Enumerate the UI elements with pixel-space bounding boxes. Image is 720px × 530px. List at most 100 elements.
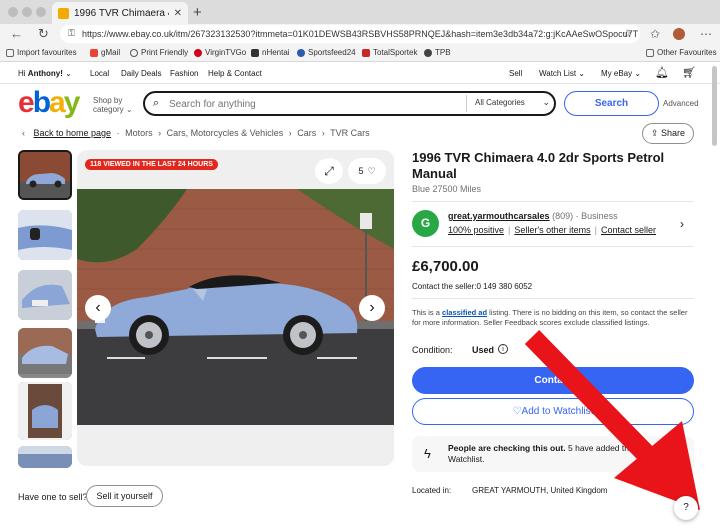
heart-icon: ♡ [512,406,522,417]
back-arrow-icon[interactable]: ‹ [22,128,25,138]
nav-help-contact[interactable]: Help & Contact [208,69,262,78]
previous-image-icon[interactable]: ‹ [85,295,111,321]
contact-seller-link[interactable]: Contact seller [601,225,656,235]
nav-sell[interactable]: Sell [509,69,522,78]
browser-tab[interactable]: 1996 TVR Chimaera 4.0 2dr Sp ✕ [52,2,188,24]
thumbnail-4[interactable] [18,328,72,378]
bookmark-import[interactable]: Import favourites [6,48,77,57]
seller-info: great.yarmouthcarsales (809) · Business [448,211,618,221]
page-scrollbar[interactable] [712,66,717,146]
bookmark-other-favourites[interactable]: Other Favourites [646,48,717,57]
lightning-icon: ϟ [424,446,431,461]
bookmark-tpb[interactable]: TPB [424,48,451,57]
price: £6,700.00 [412,258,479,275]
favorites-icon[interactable]: ✩ [650,27,660,41]
sell-question: Have one to sell? [18,492,88,502]
watch-heart-button[interactable]: 5 ♡ [348,158,386,184]
sell-it-yourself-button[interactable]: Sell it yourself [86,485,163,507]
search-button[interactable]: Search [564,91,659,116]
crumb-tvr-cars[interactable]: TVR Cars [330,128,370,138]
bookmark-star-icon[interactable]: ☆ [622,27,632,40]
nav-watch-list[interactable]: Watch List ⌄ [539,69,585,78]
breadcrumb: ‹ Back to home page · Motors › Cars, Mot… [22,128,370,138]
car-thumbnail-image [18,210,72,260]
car-thumbnail-image [18,446,72,468]
main-car-photo[interactable] [77,189,394,425]
nav-local[interactable]: Local [90,69,109,78]
seller-other-items-link[interactable]: Seller's other items [514,225,590,235]
crumb-cars[interactable]: Cars [297,128,316,138]
advanced-search-link[interactable]: Advanced [663,99,699,108]
cart-icon[interactable]: 🛒︎ [682,66,696,79]
browser-toolbar: ← ↻ ⚿ https://www.ebay.co.uk/itm/2673231… [0,24,720,44]
condition-label: Condition: [412,345,453,355]
bookmark-nhentai[interactable]: nHentai [251,48,290,57]
positive-feedback-link[interactable]: 100% positive [448,225,504,235]
search-icon: ⌕ [153,97,160,109]
add-to-watchlist-button[interactable]: ♡Add to Watchlist [412,398,694,425]
located-value: GREAT YARMOUTH, United Kingdom [472,486,608,495]
seller-avatar[interactable]: G [412,210,439,237]
user-greeting[interactable]: Hi Anthony! ⌄ [18,69,72,78]
notification-bell-icon[interactable]: 🔔︎ [655,66,669,79]
menu-icon[interactable]: ⋯ [700,27,712,41]
category-select[interactable]: All Categories ⌄ [466,95,552,112]
car-thumbnail-image [18,382,72,440]
bookmark-virgintvgo[interactable]: VirginTVGo [194,48,246,57]
bookmark-totalsportek[interactable]: TotalSportek [362,48,417,57]
browser-tab-bar: 1996 TVR Chimaera 4.0 2dr Sp ✕ + [0,0,720,24]
classified-ad-link[interactable]: classified ad [442,308,487,317]
sports-icon [297,48,305,57]
next-image-icon[interactable]: › [359,295,385,321]
thumbnail-1[interactable] [18,150,72,200]
car-thumbnail-image [18,270,72,320]
share-icon: ⇪ [650,128,659,138]
contact-button[interactable]: Contact [412,367,694,394]
thumbnail-6[interactable] [18,446,72,468]
url-text: https://www.ebay.co.uk/itm/267323132530?… [82,29,639,39]
maximize-window-icon[interactable] [36,7,46,17]
close-tab-icon[interactable]: ✕ [174,8,182,19]
divider [412,246,694,247]
expand-icon[interactable]: ⤢ [315,158,343,184]
ebay-top-nav: Hi Anthony! ⌄ Local Daily Deals Fashion … [0,62,720,84]
seller-name-link[interactable]: great.yarmouthcarsales [448,211,550,221]
nav-fashion[interactable]: Fashion [170,69,198,78]
refresh-icon[interactable]: ↻ [38,26,49,42]
car-thumbnail-image [18,328,72,374]
viewed-badge: 118 VIEWED IN THE LAST 24 HOURS [85,159,218,170]
new-tab-icon[interactable]: + [193,4,202,21]
chevron-right-icon[interactable]: › [680,217,684,231]
minimize-window-icon[interactable] [22,7,32,17]
nav-daily-deals[interactable]: Daily Deals [121,69,161,78]
info-icon[interactable]: i [498,344,508,354]
bookmark-sportsfeed24[interactable]: Sportsfeed24 [297,48,356,57]
thumbnail-2[interactable] [18,210,72,260]
shop-by-category[interactable]: Shop by category ⌄ [93,96,133,114]
thumbnail-5[interactable] [18,382,72,440]
help-button[interactable]: ? [674,496,698,520]
heart-icon: ♡ [367,165,376,176]
close-window-icon[interactable] [8,7,18,17]
car-thumbnail-image [20,152,70,198]
nav-my-ebay[interactable]: My eBay ⌄ [601,69,641,78]
checking-out-panel: ϟ People are checking this out. 5 have a… [412,436,694,472]
thumbnail-3[interactable] [18,270,72,320]
ts-icon [362,48,370,57]
seller-type: · Business [575,211,618,221]
gmail-icon [90,48,98,57]
back-to-home-link[interactable]: Back to home page [34,128,112,138]
share-button[interactable]: ⇪ Share [642,123,694,144]
condition-value: Used [472,345,495,355]
back-icon[interactable]: ← [10,26,23,41]
profile-avatar[interactable] [673,28,685,40]
search-input[interactable] [169,96,459,112]
crumb-cars-motorcycles[interactable]: Cars, Motorcycles & Vehicles [167,128,284,138]
bookmark-gmail[interactable]: gMail [90,48,120,57]
seller-links: 100% positive | Seller's other items | Conta… [448,225,657,235]
bookmark-print-friendly[interactable]: Print Friendly [130,48,188,57]
ebay-logo[interactable]: ebay [18,86,80,120]
crumb-motors[interactable]: Motors [125,128,153,138]
address-bar[interactable]: ⚿ https://www.ebay.co.uk/itm/26732313253… [60,25,640,43]
search-box: ⌕ All Categories⌄ [143,91,556,116]
